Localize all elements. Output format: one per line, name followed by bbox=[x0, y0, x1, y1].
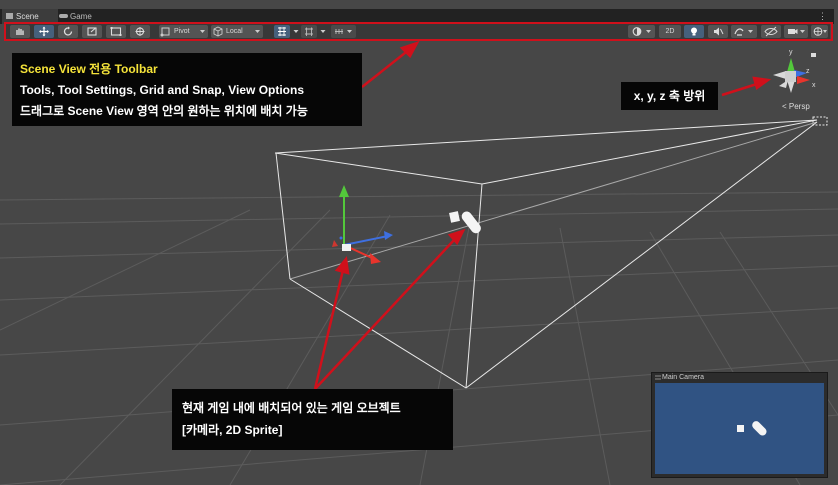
hash-icon bbox=[6, 13, 13, 19]
toolbar-callout: Scene View 전용 Toolbar Tools, Tool Settin… bbox=[12, 53, 362, 126]
objects-callout-line2: [카메라, 2D Sprite] bbox=[182, 423, 283, 437]
gamepad-icon bbox=[59, 14, 68, 18]
projection-toggle[interactable]: < Persp bbox=[782, 102, 810, 111]
toolbar-highlight-box bbox=[4, 22, 833, 41]
gizmo-y-label: y bbox=[789, 49, 793, 56]
tab-game-label: Game bbox=[70, 12, 92, 21]
unity-editor-window: Scene Game ⋮ Pivot Local 2D y z x < Pers… bbox=[0, 0, 838, 485]
toolbar-callout-line2: 드래그로 Scene View 영역 안의 원하는 위치에 배치 가능 bbox=[20, 104, 308, 118]
toolbar-callout-line1: Tools, Tool Settings, Grid and Snap, Vie… bbox=[20, 83, 305, 97]
camera-preview-panel: Main Camera bbox=[651, 372, 828, 478]
tab-scene-label: Scene bbox=[16, 12, 39, 21]
sprite-objects[interactable] bbox=[449, 209, 483, 235]
gizmo-z-label: z bbox=[806, 68, 810, 75]
objects-callout-line1: 현재 게임 내에 배치되어 있는 게임 오브젝트 bbox=[182, 401, 401, 415]
gizmo-x-label: x bbox=[812, 82, 816, 89]
lock-icon[interactable] bbox=[811, 53, 816, 57]
axes-callout-text: x, y, z 축 방위 bbox=[633, 89, 706, 103]
orientation-gizmo[interactable]: y z x bbox=[773, 49, 816, 93]
axes-callout: x, y, z 축 방위 bbox=[621, 82, 718, 110]
menu-icon bbox=[655, 375, 661, 380]
objects-callout: 현재 게임 내에 배치되어 있는 게임 오브젝트 [카메라, 2D Sprite… bbox=[172, 389, 453, 450]
camera-preview-sprites bbox=[737, 421, 767, 436]
camera-preview-title: Main Camera bbox=[662, 374, 705, 381]
camera-preview-view bbox=[655, 383, 824, 474]
toolbar-callout-title: Scene View 전용 Toolbar bbox=[20, 62, 158, 76]
